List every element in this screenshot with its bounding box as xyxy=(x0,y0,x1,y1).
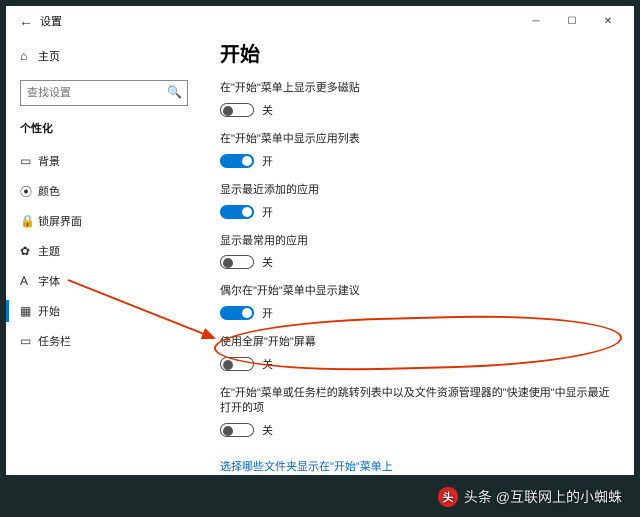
nav-label: 背景 xyxy=(38,153,60,169)
nav-icon: ✿ xyxy=(20,244,38,258)
content-pane: 开始 在"开始"菜单上显示更多磁贴关在"开始"菜单中显示应用列表开显示最近添加的… xyxy=(198,36,634,475)
maximize-button[interactable]: ☐ xyxy=(554,7,590,35)
setting-2: 显示最近添加的应用开 xyxy=(220,183,614,220)
sidebar-item-2[interactable]: 🔒锁屏界面 xyxy=(20,206,188,236)
sidebar-item-4[interactable]: A字体 xyxy=(20,266,188,296)
sidebar-item-5[interactable]: ▦开始 xyxy=(20,296,188,326)
nav-label: 开始 xyxy=(38,303,60,319)
home-icon: ⌂ xyxy=(20,49,38,63)
setting-0: 在"开始"菜单上显示更多磁贴关 xyxy=(220,81,614,118)
toggle-switch[interactable] xyxy=(220,205,254,219)
search-input[interactable] xyxy=(20,80,188,106)
sidebar-item-1[interactable]: ⦿颜色 xyxy=(20,176,188,206)
toggle-status: 开 xyxy=(262,153,273,169)
nav-label: 主题 xyxy=(38,243,60,259)
setting-6: 在"开始"菜单或任务栏的跳转列表中以及文件资源管理器的"快速使用"中显示最近打开… xyxy=(220,386,614,438)
settings-list: 在"开始"菜单上显示更多磁贴关在"开始"菜单中显示应用列表开显示最近添加的应用开… xyxy=(220,81,614,438)
sidebar: ⌂ 主页 🔍 个性化 ▭背景⦿颜色🔒锁屏界面✿主题A字体▦开始▭任务栏 xyxy=(6,36,198,475)
toggle-status: 关 xyxy=(262,422,273,438)
nav-list: ▭背景⦿颜色🔒锁屏界面✿主题A字体▦开始▭任务栏 xyxy=(20,146,188,356)
toggle-status: 开 xyxy=(262,305,273,321)
setting-5: 使用全屏"开始"屏幕关 xyxy=(220,335,614,372)
toggle-row: 关 xyxy=(220,102,614,118)
nav-label: 颜色 xyxy=(38,183,60,199)
window-title: 设置 xyxy=(40,13,62,29)
toggle-row: 关 xyxy=(220,356,614,372)
setting-label: 使用全屏"开始"屏幕 xyxy=(220,335,614,350)
toggle-row: 开 xyxy=(220,153,614,169)
setting-label: 显示最近添加的应用 xyxy=(220,183,614,198)
toggle-row: 关 xyxy=(220,422,614,438)
choose-folders-link[interactable]: 选择哪些文件夹显示在"开始"菜单上 xyxy=(220,458,393,474)
toggle-status: 关 xyxy=(262,356,273,372)
toggle-status: 开 xyxy=(262,204,273,220)
toggle-row: 开 xyxy=(220,204,614,220)
minimize-button[interactable]: ─ xyxy=(518,7,554,35)
window-buttons: ─ ☐ ✕ xyxy=(518,7,626,35)
nav-label: 字体 xyxy=(38,273,60,289)
nav-icon: A xyxy=(20,274,38,288)
nav-icon: ▭ xyxy=(20,334,38,348)
nav-icon: ⦿ xyxy=(20,183,38,200)
setting-label: 偶尔在"开始"菜单中显示建议 xyxy=(220,284,614,299)
home-item[interactable]: ⌂ 主页 xyxy=(20,42,188,70)
toggle-switch[interactable] xyxy=(220,357,254,371)
setting-label: 在"开始"菜单中显示应用列表 xyxy=(220,132,614,147)
nav-icon: ▦ xyxy=(20,304,38,318)
search-box[interactable]: 🔍 xyxy=(20,80,188,106)
toggle-switch[interactable] xyxy=(220,154,254,168)
nav-icon: ▭ xyxy=(20,154,38,168)
nav-icon: 🔒 xyxy=(20,214,38,228)
setting-label: 显示最常用的应用 xyxy=(220,234,614,249)
close-button[interactable]: ✕ xyxy=(590,7,626,35)
toggle-row: 开 xyxy=(220,305,614,321)
back-button[interactable]: ← xyxy=(14,13,38,29)
sidebar-item-6[interactable]: ▭任务栏 xyxy=(20,326,188,356)
window-body: ⌂ 主页 🔍 个性化 ▭背景⦿颜色🔒锁屏界面✿主题A字体▦开始▭任务栏 开始 在… xyxy=(6,36,634,475)
watermark: 头 头条 @互联网上的小蜘蛛 xyxy=(438,487,622,507)
home-label: 主页 xyxy=(38,48,60,64)
nav-label: 锁屏界面 xyxy=(38,213,82,229)
section-title: 个性化 xyxy=(20,120,188,136)
toggle-switch[interactable] xyxy=(220,255,254,269)
setting-label: 在"开始"菜单上显示更多磁贴 xyxy=(220,81,614,96)
toggle-status: 关 xyxy=(262,102,273,118)
settings-window: ← 设置 ─ ☐ ✕ ⌂ 主页 🔍 个性化 ▭背景⦿颜色🔒锁屏界面✿主题A字体▦… xyxy=(6,6,634,475)
toggle-switch[interactable] xyxy=(220,103,254,117)
watermark-logo: 头 xyxy=(438,487,458,507)
toggle-switch[interactable] xyxy=(220,306,254,320)
sidebar-item-3[interactable]: ✿主题 xyxy=(20,236,188,266)
search-icon: 🔍 xyxy=(167,85,182,99)
toggle-switch[interactable] xyxy=(220,423,254,437)
setting-4: 偶尔在"开始"菜单中显示建议开 xyxy=(220,284,614,321)
toggle-row: 关 xyxy=(220,254,614,270)
setting-label: 在"开始"菜单或任务栏的跳转列表中以及文件资源管理器的"快速使用"中显示最近打开… xyxy=(220,386,614,416)
titlebar: ← 设置 ─ ☐ ✕ xyxy=(6,6,634,36)
nav-label: 任务栏 xyxy=(38,333,71,349)
page-title: 开始 xyxy=(220,38,614,67)
setting-3: 显示最常用的应用关 xyxy=(220,234,614,271)
setting-1: 在"开始"菜单中显示应用列表开 xyxy=(220,132,614,169)
sidebar-item-0[interactable]: ▭背景 xyxy=(20,146,188,176)
watermark-text: 头条 @互联网上的小蜘蛛 xyxy=(464,487,622,507)
toggle-status: 关 xyxy=(262,254,273,270)
